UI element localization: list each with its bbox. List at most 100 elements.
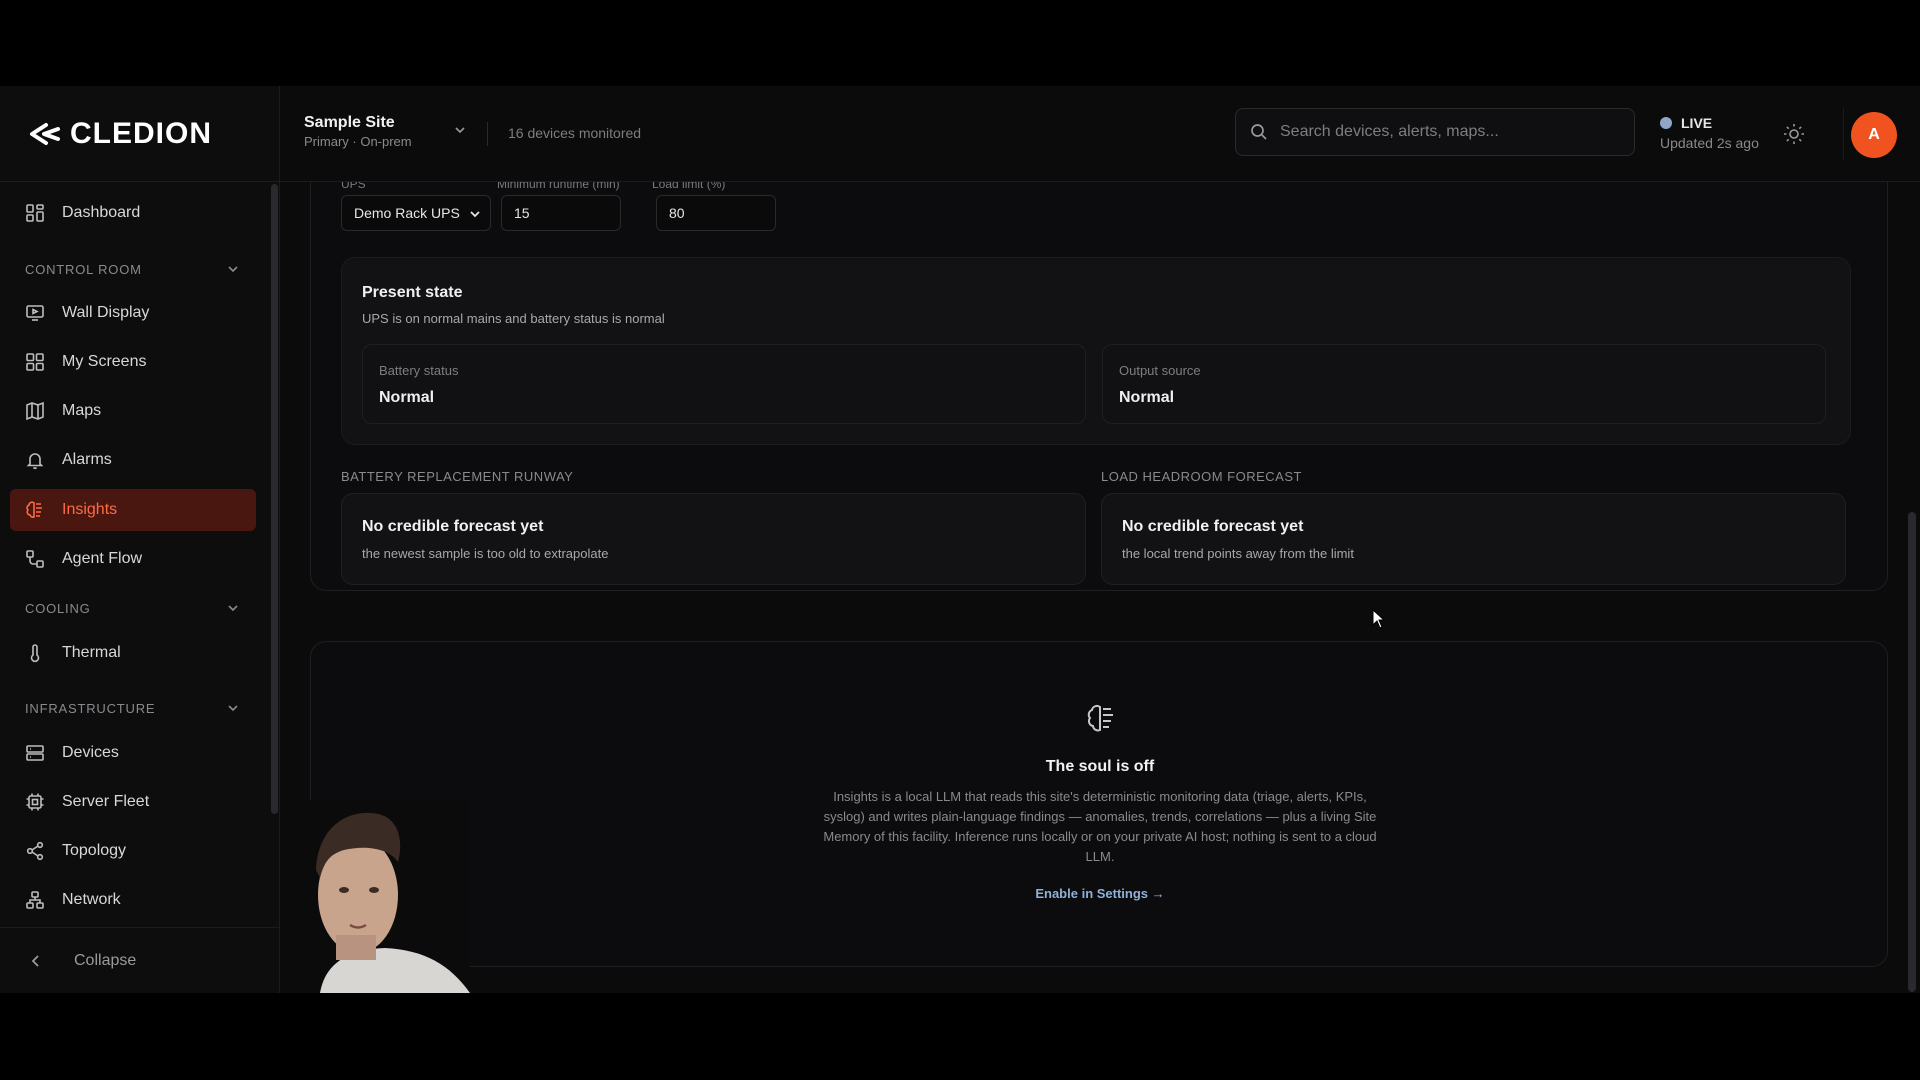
ups-select-label: UPS [341, 182, 366, 191]
chevron-down-icon [470, 211, 480, 218]
sun-icon[interactable] [1782, 122, 1806, 146]
sidebar-scrollbar[interactable] [270, 182, 280, 927]
last-updated-text: Updated 2s ago [1660, 135, 1759, 151]
sidebar-item-dashboard[interactable]: Dashboard [10, 192, 256, 234]
cpu-icon [24, 791, 46, 813]
site-switcher[interactable]: Sample Site Primary · On-prem [304, 114, 465, 154]
sidebar-item-label: Thermal [62, 644, 121, 661]
battery-status-box: Battery status Normal [362, 344, 1086, 424]
enable-in-settings-link[interactable]: Enable in Settings → [311, 886, 1889, 901]
sidebar: CLEDION Dashboard CONTROL ROOM Wall Disp… [0, 86, 280, 993]
sidebar-item-network[interactable]: Network [10, 879, 256, 921]
sidebar-item-label: Wall Display [62, 304, 150, 321]
min-runtime-input[interactable]: 15 [501, 195, 621, 231]
sidebar-nav: Dashboard CONTROL ROOM Wall Display My S… [0, 182, 280, 927]
app-window: CLEDION Dashboard CONTROL ROOM Wall Disp… [0, 86, 1920, 993]
share-nodes-icon [24, 840, 46, 862]
battery-status-value: Normal [379, 389, 435, 406]
soul-description: Insights is a local LLM that reads this … [823, 789, 1377, 864]
sidebar-item-label: Topology [62, 842, 127, 859]
output-source-label: Output source [1119, 363, 1201, 378]
load-headroom-heading: LOAD HEADROOM FORECAST [1101, 469, 1302, 484]
search-input[interactable] [1280, 123, 1620, 141]
battery-runway-box: No credible forecast yet the newest samp… [341, 493, 1086, 585]
mouse-cursor-icon [1372, 609, 1386, 629]
section-control-room[interactable]: CONTROL ROOM [25, 259, 240, 279]
main-scrollbar-thumb[interactable] [1908, 512, 1916, 992]
divider [487, 122, 488, 146]
battery-runway-heading: BATTERY REPLACEMENT RUNWAY [341, 469, 574, 484]
top-header: Sample Site Primary · On-prem 16 devices… [280, 86, 1920, 182]
sidebar-item-devices[interactable]: Devices [10, 732, 256, 774]
sidebar-item-label: Network [62, 891, 121, 908]
user-avatar[interactable]: A [1851, 112, 1897, 158]
sidebar-item-label: Insights [62, 501, 118, 518]
chevron-down-icon [228, 266, 238, 273]
section-cooling[interactable]: COOLING [25, 598, 240, 618]
live-indicator-dot [1660, 117, 1672, 129]
sidebar-item-my-screens[interactable]: My Screens [10, 341, 256, 383]
load-headroom-title: No credible forecast yet [1122, 518, 1304, 535]
collapse-button[interactable]: Collapse [0, 927, 280, 993]
sidebar-item-label: Agent Flow [62, 550, 143, 567]
chevron-down-icon [228, 605, 238, 612]
map-icon [24, 400, 46, 422]
sidebar-item-server-fleet[interactable]: Server Fleet [10, 781, 256, 823]
live-status: LIVE Updated 2s ago [1660, 114, 1770, 154]
ups-forecast-card: UPS Minimum runtime (min) Load limit (%)… [310, 182, 1888, 591]
sidebar-item-thermal[interactable]: Thermal [10, 632, 256, 674]
divider [1843, 108, 1844, 160]
battery-runway-title: No credible forecast yet [362, 518, 544, 535]
thermometer-icon [24, 642, 46, 664]
chevron-down-icon [455, 127, 465, 134]
section-label: INFRASTRUCTURE [25, 700, 156, 716]
load-limit-value: 80 [669, 205, 685, 221]
site-subtitle: Primary · On-prem [304, 134, 412, 149]
brand-name: CLEDION [70, 116, 212, 150]
output-source-box: Output source Normal [1102, 344, 1826, 424]
sidebar-item-insights[interactable]: Insights [10, 489, 256, 531]
sidebar-scrollbar-thumb[interactable] [271, 184, 278, 814]
server-icon [24, 742, 46, 764]
present-state-title: Present state [362, 284, 463, 301]
live-label: LIVE [1681, 115, 1713, 131]
webcam-overlay [300, 800, 470, 993]
section-infrastructure[interactable]: INFRASTRUCTURE [25, 698, 240, 718]
bell-icon [24, 449, 46, 471]
workflow-icon [24, 548, 46, 570]
sidebar-item-label: Server Fleet [62, 793, 150, 810]
section-label: CONTROL ROOM [25, 261, 142, 277]
load-headroom-description: the local trend points away from the lim… [1122, 546, 1354, 561]
main-content: UPS Minimum runtime (min) Load limit (%)… [280, 182, 1920, 993]
site-name: Sample Site [304, 114, 395, 131]
search-icon [1251, 124, 1267, 140]
brand-logo[interactable]: CLEDION [0, 86, 279, 182]
presenter-portrait-image [300, 800, 470, 993]
sidebar-item-label: Devices [62, 744, 119, 761]
network-icon [24, 889, 46, 911]
sidebar-item-label: Alarms [62, 451, 112, 468]
sidebar-item-topology[interactable]: Topology [10, 830, 256, 872]
ups-select[interactable]: Demo Rack UPS [341, 195, 491, 231]
brain-icon [1087, 704, 1113, 732]
dashboard-icon [24, 202, 46, 224]
cledion-logo-icon [30, 122, 60, 145]
battery-status-label: Battery status [379, 363, 459, 378]
output-source-value: Normal [1119, 389, 1175, 406]
insights-disabled-card: The soul is off Insights is a local LLM … [310, 641, 1888, 967]
battery-runway-description: the newest sample is too old to extrapol… [362, 546, 609, 561]
load-limit-input[interactable]: 80 [656, 195, 776, 231]
load-headroom-box: No credible forecast yet the local trend… [1101, 493, 1846, 585]
devices-monitored-count: 16 devices monitored [508, 125, 642, 141]
brain-icon [24, 499, 46, 521]
sidebar-item-agent-flow[interactable]: Agent Flow [10, 538, 256, 580]
sidebar-item-label: Dashboard [62, 204, 141, 221]
search-box[interactable] [1235, 108, 1635, 156]
section-label: COOLING [25, 600, 91, 616]
min-runtime-label: Minimum runtime (min) [497, 182, 620, 191]
sidebar-item-maps[interactable]: Maps [10, 390, 256, 432]
sidebar-item-alarms[interactable]: Alarms [10, 439, 256, 481]
sidebar-item-label: My Screens [62, 353, 147, 370]
ups-select-value: Demo Rack UPS [354, 205, 460, 221]
sidebar-item-wall-display[interactable]: Wall Display [10, 292, 256, 334]
